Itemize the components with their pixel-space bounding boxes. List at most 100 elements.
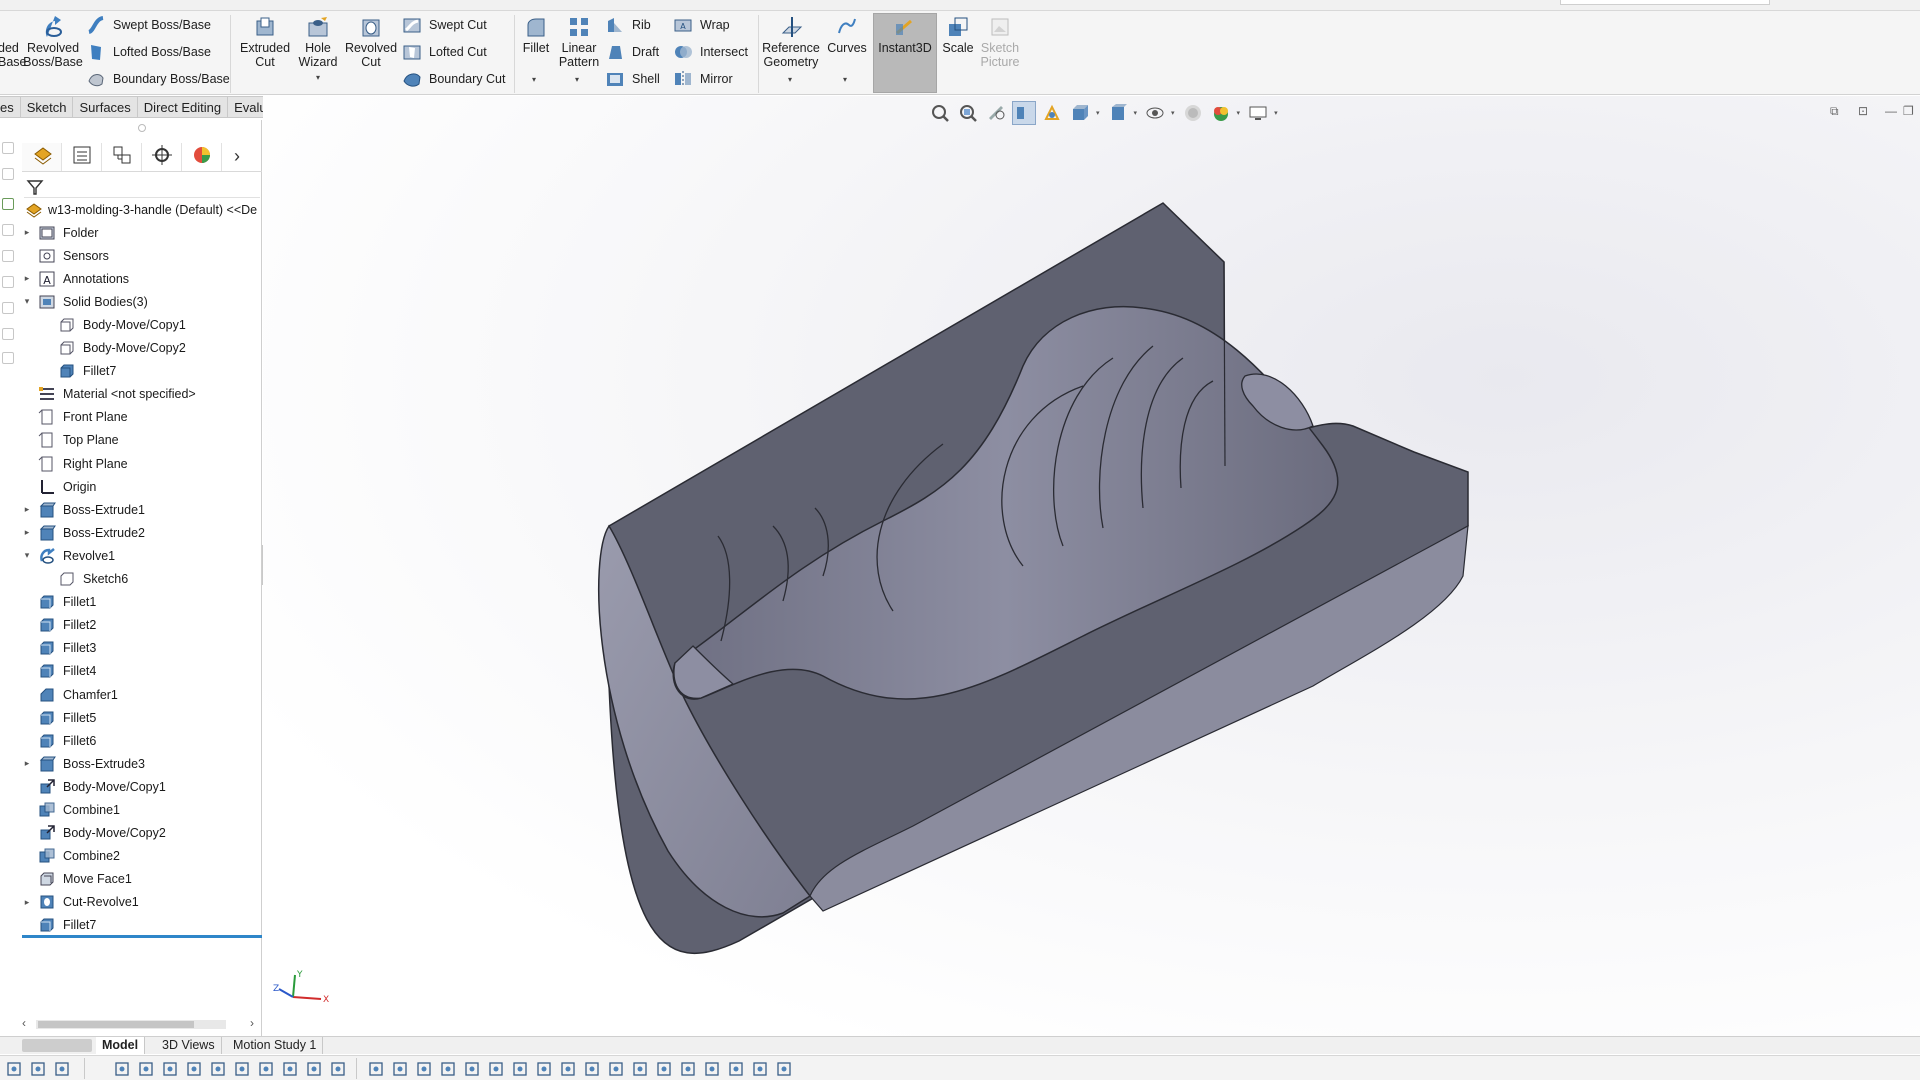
tree-node[interactable]: Right Plane <box>22 452 262 475</box>
tree-node[interactable]: Fillet7 <box>22 360 262 383</box>
rollback-bar[interactable] <box>22 935 262 938</box>
intersect-button[interactable]: Intersect <box>673 41 748 63</box>
toolbar-tool-icon[interactable] <box>52 1059 72 1079</box>
tree-node[interactable]: Fillet5 <box>22 706 262 729</box>
lofted-boss-button[interactable]: Lofted Boss/Base <box>86 41 211 63</box>
strip-icon[interactable] <box>2 352 14 364</box>
expand-arrow-icon[interactable]: ▸ <box>22 227 32 238</box>
toolbar-tool-icon[interactable] <box>232 1059 252 1079</box>
strip-icon[interactable] <box>2 328 14 340</box>
toolbar-tool-icon[interactable] <box>184 1059 204 1079</box>
expand-arrow-icon[interactable]: ▸ <box>22 504 32 515</box>
tree-node[interactable]: Material <not specified> <box>22 383 262 406</box>
tree-node[interactable]: ▸ Folder <box>22 221 262 244</box>
tree-node[interactable]: Front Plane <box>22 406 262 429</box>
property-manager-tab[interactable] <box>62 142 102 171</box>
toolbar-tool-icon[interactable] <box>702 1059 722 1079</box>
revolved-boss-button[interactable]: Revolved Boss/Base <box>23 15 83 69</box>
toolbar-tool-icon[interactable] <box>280 1059 300 1079</box>
sketch-picture-button[interactable]: Sketch Picture <box>978 15 1022 69</box>
mold-half-model[interactable] <box>263 96 1920 1037</box>
tree-node[interactable]: Fillet3 <box>22 637 262 660</box>
revolved-cut-button[interactable]: Revolved Cut <box>344 15 398 69</box>
tree-filter[interactable] <box>24 176 260 198</box>
strip-icon[interactable] <box>2 224 14 236</box>
mirror-button[interactable]: Mirror <box>673 68 733 90</box>
toolbar-tool-icon[interactable] <box>208 1059 228 1079</box>
scale-button[interactable]: Scale <box>940 15 976 56</box>
scroll-right-arrow[interactable]: › <box>250 1016 254 1030</box>
toolbar-tool-icon[interactable] <box>606 1059 626 1079</box>
toolbar-tool-icon[interactable] <box>534 1059 554 1079</box>
tab-surfaces[interactable]: Surfaces <box>73 96 138 118</box>
tab-motion-study[interactable]: Motion Study 1 <box>227 1037 324 1054</box>
graphics-viewport[interactable]: ▾ ▾ ▾ ▾ ▾ ⧉ ⊡ — ❐ X Y Z <box>263 96 1920 1037</box>
tree-node[interactable]: Combine1 <box>22 798 262 821</box>
tree-node[interactable]: Fillet6 <box>22 729 262 752</box>
toolbar-tool-icon[interactable] <box>328 1059 348 1079</box>
instant3d-button[interactable]: Instant3D <box>873 15 937 56</box>
tree-node[interactable]: ▸ Cut-Revolve1 <box>22 891 262 914</box>
tree-horizontal-scrollbar[interactable]: ‹ › <box>22 1016 262 1032</box>
tree-node[interactable]: Fillet4 <box>22 660 262 683</box>
tree-node[interactable]: Sketch6 <box>22 568 262 591</box>
tree-node[interactable]: Fillet2 <box>22 614 262 637</box>
expand-arrow-icon[interactable]: ▸ <box>22 273 32 284</box>
linear-pattern-button[interactable]: Linear Pattern <box>555 15 603 69</box>
tree-node[interactable]: Fillet1 <box>22 591 262 614</box>
strip-icon[interactable] <box>2 198 14 210</box>
search-box[interactable] <box>1560 0 1770 5</box>
tree-node[interactable]: Body-Move/Copy1 <box>22 313 262 336</box>
tree-root[interactable]: w13-molding-3-handle (Default) <<De <box>22 198 262 221</box>
scroll-thumb[interactable] <box>38 1021 194 1028</box>
tree-node[interactable]: Chamfer1 <box>22 683 262 706</box>
toolbar-tool-icon[interactable] <box>438 1059 458 1079</box>
strip-icon[interactable] <box>2 250 14 262</box>
fillet-dropdown[interactable]: ▾ <box>532 75 536 84</box>
toolbar-tool-icon[interactable] <box>414 1059 434 1079</box>
dimxpert-tab[interactable] <box>142 142 182 171</box>
linear-pattern-dropdown[interactable]: ▾ <box>575 75 579 84</box>
tree-node[interactable]: ▸ A Annotations <box>22 267 262 290</box>
expand-arrow-icon[interactable]: ▸ <box>22 758 32 769</box>
shell-button[interactable]: Shell <box>605 68 660 90</box>
tab-sketch[interactable]: Sketch <box>20 96 74 118</box>
boundary-cut-button[interactable]: Boundary Cut <box>402 68 505 90</box>
strip-icon[interactable] <box>2 302 14 314</box>
tree-node[interactable]: Fillet7 <box>22 914 262 937</box>
extruded-cut-button[interactable]: Extruded Cut <box>238 15 292 69</box>
draft-button[interactable]: Draft <box>605 41 659 63</box>
toolbar-tool-icon[interactable] <box>630 1059 650 1079</box>
toolbar-tool-icon[interactable] <box>304 1059 324 1079</box>
tree-node[interactable]: ▸ Boss-Extrude2 <box>22 521 262 544</box>
expand-arrow-icon[interactable]: ▸ <box>22 527 32 538</box>
toolbar-tool-icon[interactable] <box>112 1059 132 1079</box>
more-tabs-button[interactable]: › <box>222 146 252 167</box>
toolbar-tool-icon[interactable] <box>390 1059 410 1079</box>
expand-arrow-icon[interactable]: ▸ <box>22 897 32 908</box>
toolbar-tool-icon[interactable] <box>136 1059 156 1079</box>
toolbar-tool-icon[interactable] <box>486 1059 506 1079</box>
tree-node[interactable]: Body-Move/Copy2 <box>22 337 262 360</box>
toolbar-tool-icon[interactable] <box>28 1059 48 1079</box>
toolbar-tool-icon[interactable] <box>654 1059 674 1079</box>
tree-node[interactable]: ▸ Boss-Extrude1 <box>22 498 262 521</box>
boundary-boss-button[interactable]: Boundary Boss/Base <box>86 68 230 90</box>
tree-node[interactable]: Sensors <box>22 244 262 267</box>
toolbar-tool-icon[interactable] <box>462 1059 482 1079</box>
tab-features[interactable]: es <box>0 96 21 118</box>
feature-tree-tab[interactable] <box>22 142 62 171</box>
toolbar-tool-icon[interactable] <box>774 1059 794 1079</box>
toolbar-tool-icon[interactable] <box>366 1059 386 1079</box>
toolbar-tool-icon[interactable] <box>160 1059 180 1079</box>
wrap-button[interactable]: A Wrap <box>673 14 730 36</box>
toolbar-tool-icon[interactable] <box>750 1059 770 1079</box>
toolbar-tool-icon[interactable] <box>4 1059 24 1079</box>
tab-scroll-buttons[interactable] <box>22 1039 92 1052</box>
tab-direct-editing[interactable]: Direct Editing <box>137 96 229 118</box>
toolbar-tool-icon[interactable] <box>582 1059 602 1079</box>
tree-node[interactable]: Body-Move/Copy1 <box>22 775 262 798</box>
tree-node[interactable]: ▾ Revolve1 <box>22 544 262 567</box>
tree-node[interactable]: Body-Move/Copy2 <box>22 822 262 845</box>
tree-node[interactable]: ▸ Boss-Extrude3 <box>22 752 262 775</box>
